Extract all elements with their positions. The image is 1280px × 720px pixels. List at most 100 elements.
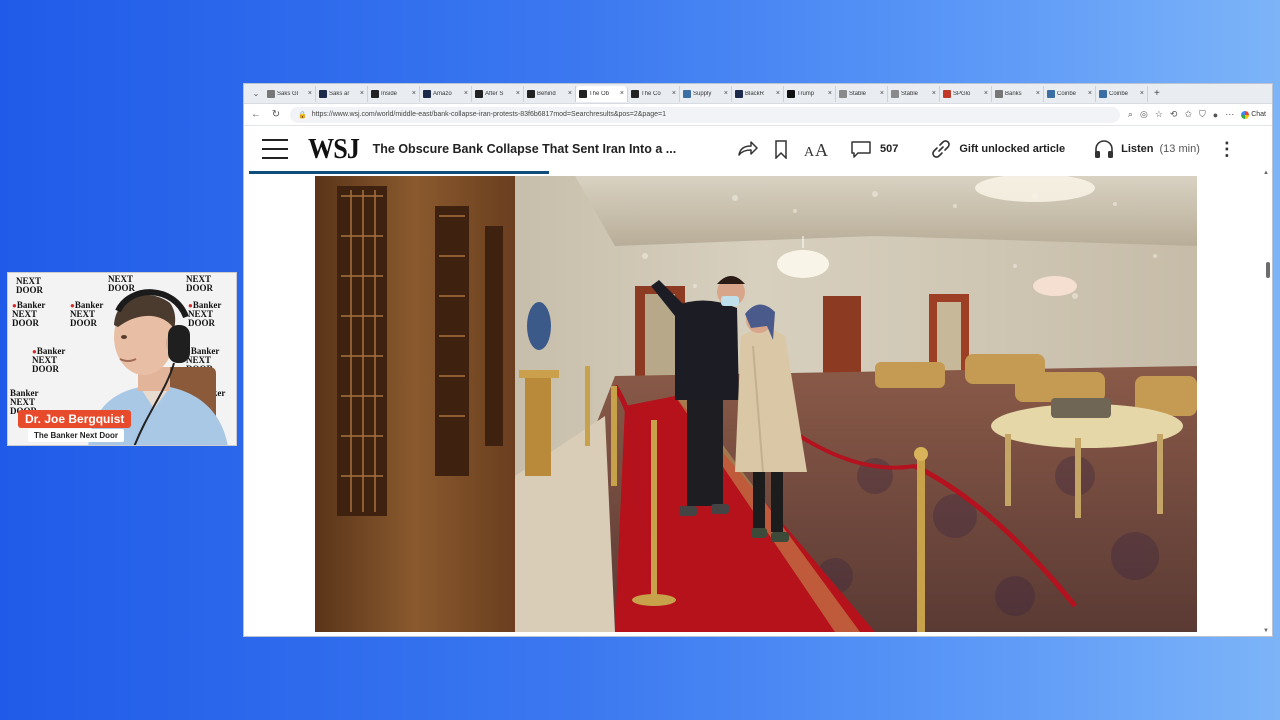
- tab-close-icon[interactable]: ×: [620, 90, 624, 97]
- tab-close-icon[interactable]: ×: [932, 90, 936, 97]
- more-options-icon[interactable]: ⋮: [1218, 139, 1236, 160]
- page-scrollbar[interactable]: ▲ ▼: [1263, 170, 1270, 634]
- tab-label: Supply: [693, 90, 712, 97]
- browser-tab[interactable]: Trump ×: [784, 85, 836, 102]
- menu-hamburger-icon[interactable]: [262, 139, 288, 159]
- tab-close-icon[interactable]: ×: [724, 90, 728, 97]
- tab-label: BlackR: [745, 90, 765, 97]
- reading-progress-bar: [249, 171, 549, 174]
- browser-tab[interactable]: Amazo ×: [420, 85, 472, 102]
- scroll-up-icon[interactable]: ▲: [1263, 170, 1269, 176]
- tab-close-icon[interactable]: ×: [308, 90, 312, 97]
- browser-tab[interactable]: BlackR ×: [732, 85, 784, 102]
- tab-close-icon[interactable]: ×: [516, 90, 520, 97]
- browser-tab[interactable]: SPGlo ×: [940, 85, 992, 102]
- browser-tab[interactable]: Banks ×: [992, 85, 1044, 102]
- tab-close-icon[interactable]: ×: [880, 90, 884, 97]
- scrollbar-thumb[interactable]: [1266, 262, 1270, 278]
- tab-favicon-icon: [527, 89, 535, 98]
- listen-button[interactable]: Listen: [1121, 143, 1153, 155]
- search-icon[interactable]: ⌕: [1128, 109, 1133, 120]
- tab-favicon-icon: [631, 89, 639, 98]
- tab-close-icon[interactable]: ×: [1036, 90, 1040, 97]
- bookmark-icon[interactable]: [774, 139, 788, 159]
- tab-favicon-icon: [735, 89, 743, 98]
- browser-tab[interactable]: Saks Gl ×: [264, 85, 316, 102]
- reload-icon[interactable]: ↻: [270, 109, 282, 120]
- tab-favicon-icon: [267, 89, 275, 98]
- article-photo: [315, 176, 1197, 632]
- profile-avatar-icon[interactable]: ●: [1213, 110, 1218, 120]
- tab-favicon-icon: [943, 89, 951, 98]
- browser-tab[interactable]: Coinbe ×: [1096, 85, 1148, 102]
- tab-label: The Ob: [589, 90, 610, 97]
- svg-text:A: A: [815, 140, 828, 158]
- favorites-icon[interactable]: ✩: [1184, 109, 1192, 120]
- tab-close-icon[interactable]: ×: [412, 90, 416, 97]
- tab-label: The Co: [641, 90, 661, 97]
- tab-label: After S: [485, 90, 504, 97]
- browser-tab[interactable]: Behind ×: [524, 85, 576, 102]
- comment-count[interactable]: 507: [880, 143, 898, 155]
- link-icon[interactable]: [930, 139, 952, 159]
- tab-list-dropdown-icon[interactable]: ⌄: [248, 89, 264, 98]
- browser-tab[interactable]: After S ×: [472, 85, 524, 102]
- back-icon[interactable]: ←: [250, 109, 262, 120]
- tab-close-icon[interactable]: ×: [984, 90, 988, 97]
- tab-label: Coinbe: [1057, 90, 1077, 97]
- gift-article-button[interactable]: Gift unlocked article: [959, 143, 1065, 155]
- tab-label: Amazo: [433, 90, 452, 97]
- tab-label: Banks: [1005, 90, 1022, 97]
- url-field[interactable]: 🔒 https://www.wsj.com/world/middle-east/…: [290, 106, 1120, 123]
- tab-favicon-icon: [319, 89, 327, 98]
- comments-icon[interactable]: [850, 140, 872, 158]
- browser-tab[interactable]: Stable ×: [836, 85, 888, 102]
- tab-close-icon[interactable]: ×: [568, 90, 572, 97]
- headphones-icon[interactable]: [1093, 139, 1115, 159]
- browser-tab[interactable]: Supply ×: [680, 85, 732, 102]
- browser-tab[interactable]: The Ob ×: [576, 85, 628, 102]
- tab-strip: ⌄ Saks Gl × Saks ar × Inside × Amazo × After S × B…: [244, 84, 1272, 104]
- tab-close-icon[interactable]: ×: [672, 90, 676, 97]
- address-bar-row: ← ↻ 🔒 https://www.wsj.com/world/middle-e…: [244, 104, 1272, 126]
- share-icon[interactable]: [736, 140, 758, 158]
- wsj-logo[interactable]: WSJ: [308, 133, 360, 166]
- tab-favicon-icon: [1099, 89, 1107, 98]
- backdrop-logo: ●BankerNEXT DOOR: [32, 346, 66, 374]
- favorite-star-icon[interactable]: ☆: [1155, 109, 1163, 120]
- browser-tab[interactable]: Stable ×: [888, 85, 940, 102]
- tab-close-icon[interactable]: ×: [1140, 90, 1144, 97]
- copilot-icon: [1241, 110, 1250, 119]
- extensions-icon[interactable]: ⟲: [1170, 109, 1178, 120]
- tab-close-icon[interactable]: ×: [360, 90, 364, 97]
- scroll-down-icon[interactable]: ▼: [1263, 628, 1269, 634]
- article-actions: AA 507 Gift unlocked article Listen (13 …: [736, 126, 1236, 172]
- backdrop-logo: ●BankerNEXT DOOR: [12, 300, 46, 328]
- tab-close-icon[interactable]: ×: [1088, 90, 1092, 97]
- browser-tab[interactable]: Saks ar ×: [316, 85, 368, 102]
- listen-duration: (13 min): [1159, 143, 1200, 155]
- tab-favicon-icon: [891, 89, 899, 98]
- browser-tab[interactable]: Inside ×: [368, 85, 420, 102]
- article-headline: The Obscure Bank Collapse That Sent Iran…: [372, 142, 677, 156]
- browser-toolbar-icons: ⌕ ◎ ☆ ⟲ ✩ ⛉ ● ⋯ Chat: [1128, 109, 1266, 120]
- more-menu-icon[interactable]: ⋯: [1225, 109, 1234, 120]
- browser-tab[interactable]: The Co ×: [628, 85, 680, 102]
- text-size-icon[interactable]: AA: [804, 140, 828, 158]
- tab-close-icon[interactable]: ×: [464, 90, 468, 97]
- tab-favicon-icon: [423, 89, 431, 98]
- new-tab-button[interactable]: +: [1148, 88, 1160, 99]
- tab-label: Stable: [849, 90, 867, 97]
- tab-list: Saks Gl × Saks ar × Inside × Amazo × After S × Beh…: [264, 85, 1148, 102]
- tab-close-icon[interactable]: ×: [828, 90, 832, 97]
- reader-icon[interactable]: ◎: [1140, 109, 1148, 120]
- tab-label: Inside: [381, 90, 398, 97]
- svg-text:A: A: [804, 145, 815, 158]
- tab-favicon-icon: [995, 89, 1003, 98]
- shield-icon[interactable]: ⛉: [1199, 109, 1206, 120]
- tab-close-icon[interactable]: ×: [776, 90, 780, 97]
- presenter-name-tag: Dr. Joe Bergquist: [18, 410, 132, 428]
- browser-tab[interactable]: Coinbe ×: [1044, 85, 1096, 102]
- show-name-tag: The Banker Next Door: [28, 429, 125, 442]
- chat-button[interactable]: Chat: [1241, 110, 1266, 119]
